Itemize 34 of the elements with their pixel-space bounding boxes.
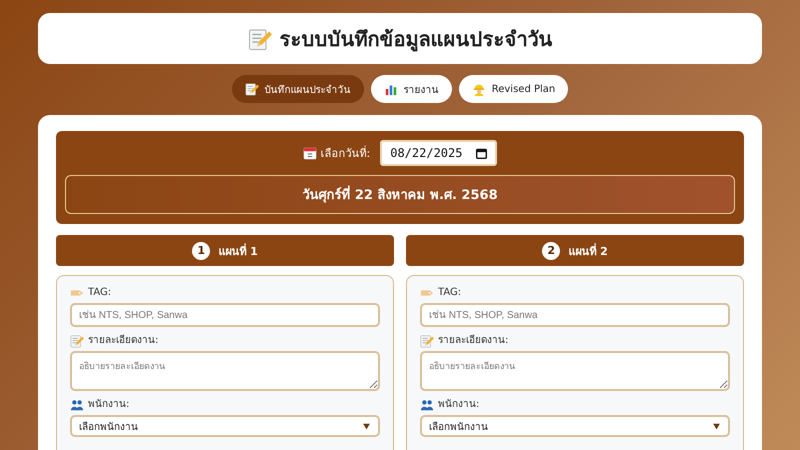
memo-pencil-icon — [244, 82, 259, 96]
select-field[interactable]: เลือกพนักงาน — [420, 415, 730, 437]
nav-tab[interactable]: Revised Plan — [458, 75, 568, 103]
people-icon — [70, 398, 84, 412]
field-label: รายละเอียดงาน: — [438, 335, 508, 347]
input-field[interactable]: เช่น NTS, SHOP, Sanwa — [70, 303, 380, 327]
memo-pencil-icon — [248, 26, 272, 50]
date-field[interactable]: 08/22/2025 — [380, 140, 498, 166]
memo-pencil-icon — [420, 334, 434, 348]
date-display: วันศุกร์ที่ 22 สิงหาคม พ.ศ. 2568 — [65, 175, 735, 214]
field-label: รายละเอียดงาน: — [88, 335, 158, 347]
input-field[interactable]: เช่น NTS, SHOP, Sanwa — [420, 303, 730, 327]
calendar-icon — [476, 148, 488, 158]
calendar-icon — [302, 146, 317, 160]
nav-tab[interactable]: บันทึกแผนประจำวัน — [232, 75, 364, 103]
dropdown-arrow-icon — [362, 422, 371, 430]
plan-number-badge: 2 — [542, 242, 560, 260]
date-label: เลือกวันที่: — [320, 144, 370, 162]
page-title: ระบบบันทึกข้อมูลแผนประจำวัน — [280, 26, 552, 54]
plan-number-badge: 1 — [192, 242, 210, 260]
text-area[interactable]: อธิบายรายละเอียดงาน — [420, 351, 730, 391]
field-label: TAG: — [88, 287, 112, 299]
memo-pencil-icon — [70, 334, 84, 348]
field-label: พนักงาน: — [88, 399, 130, 411]
plan-title: แผนที่ 1 — [218, 242, 258, 260]
plan-title: แผนที่ 2 — [568, 242, 608, 260]
people-icon — [420, 398, 434, 412]
select-field[interactable]: เลือกพนักงาน — [70, 415, 380, 437]
worker-icon — [472, 82, 486, 96]
dropdown-arrow-icon — [712, 422, 721, 430]
text-area[interactable]: อธิบายรายละเอียดงาน — [70, 351, 380, 391]
field-label: TAG: — [438, 287, 462, 299]
field-label: พนักงาน: — [438, 399, 480, 411]
nav-tab[interactable]: รายงาน — [370, 75, 452, 103]
